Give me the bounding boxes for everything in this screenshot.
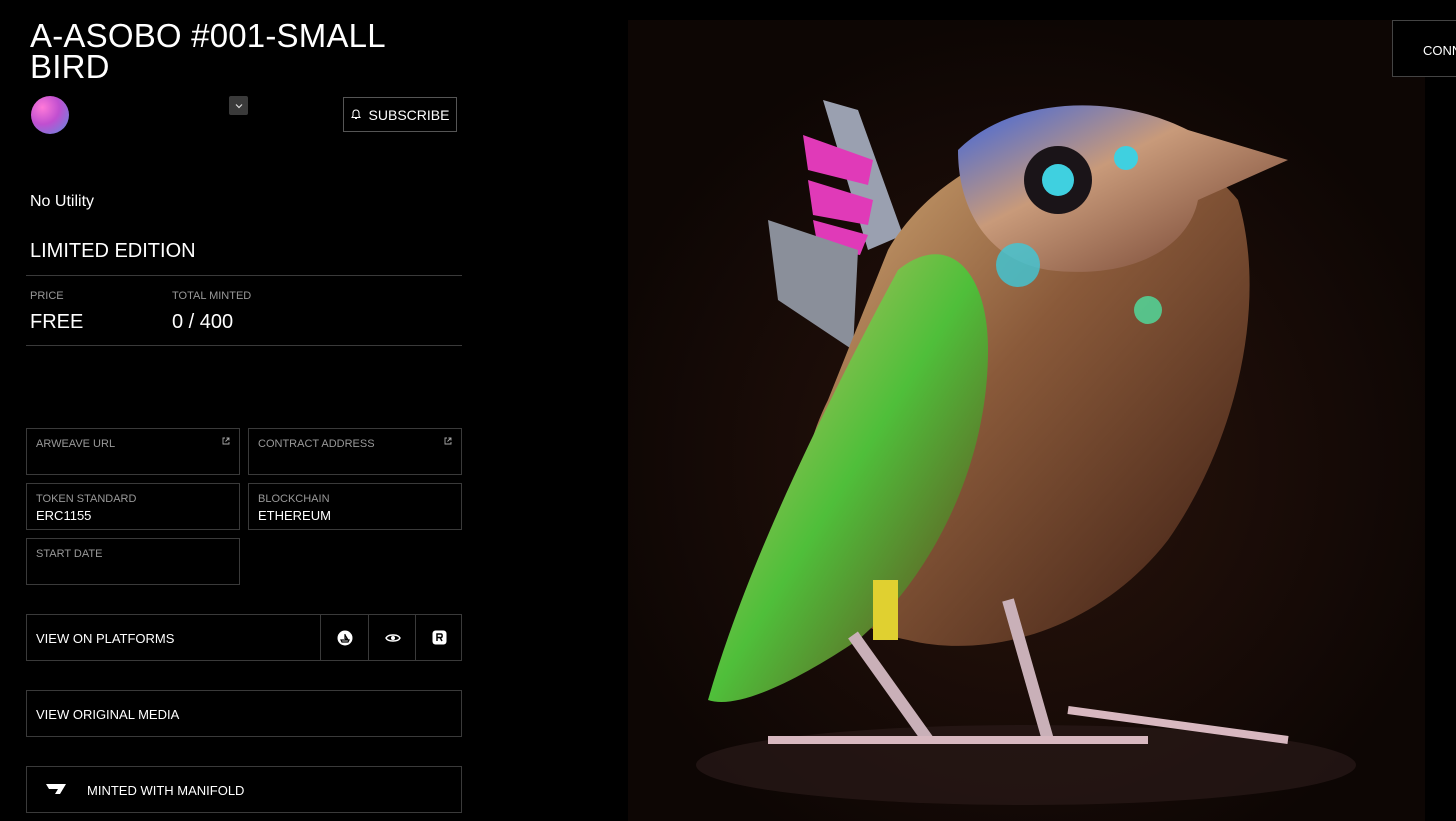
utility-text: No Utility bbox=[30, 193, 95, 210]
external-link-icon[interactable] bbox=[222, 437, 230, 445]
rarible-button[interactable] bbox=[415, 615, 463, 660]
minted-value: 0 / 400 bbox=[172, 311, 234, 333]
arweave-url-box[interactable]: ARWEAVE URL bbox=[26, 428, 240, 475]
price-label: PRICE bbox=[30, 290, 64, 302]
view-button[interactable] bbox=[368, 615, 416, 660]
price-value: FREE bbox=[30, 311, 84, 333]
token-standard-box: TOKEN STANDARD ERC1155 bbox=[26, 483, 240, 530]
start-date-label: START DATE bbox=[36, 548, 103, 560]
bell-icon bbox=[350, 109, 361, 119]
eye-icon bbox=[384, 633, 401, 642]
contract-address-box[interactable]: CONTRACT ADDRESS bbox=[248, 428, 462, 475]
minted-with-manifold-label: MINTED WITH MANIFOLD bbox=[87, 783, 245, 798]
opensea-icon bbox=[337, 630, 352, 645]
view-original-media-label: VIEW ORIGINAL MEDIA bbox=[36, 707, 180, 722]
view-on-platforms-label: VIEW ON PLATFORMS bbox=[36, 631, 175, 646]
blockchain-value: ETHEREUM bbox=[258, 508, 331, 523]
connect-button[interactable]: CONNECT bbox=[1392, 20, 1456, 77]
contract-address-label: CONTRACT ADDRESS bbox=[258, 438, 375, 450]
minted-label: TOTAL MINTED bbox=[172, 290, 252, 302]
creator-menu-button[interactable] bbox=[229, 96, 248, 115]
connect-label: CONNECT bbox=[1423, 43, 1456, 58]
edition-heading: LIMITED EDITION bbox=[30, 240, 196, 262]
page-title: A-ASOBO #001-SMALL BIRD bbox=[30, 17, 385, 85]
blockchain-box: BLOCKCHAIN ETHEREUM bbox=[248, 483, 462, 530]
token-standard-value: ERC1155 bbox=[36, 508, 92, 523]
arweave-url-label: ARWEAVE URL bbox=[36, 438, 116, 450]
robot-bird-image bbox=[628, 20, 1425, 821]
opensea-button[interactable] bbox=[320, 615, 368, 660]
manifold-logo-icon bbox=[46, 784, 66, 794]
view-on-platforms-row: VIEW ON PLATFORMS bbox=[26, 614, 462, 661]
rarible-icon bbox=[432, 630, 447, 645]
subscribe-button[interactable]: SUBSCRIBE bbox=[343, 97, 457, 132]
nft-artwork[interactable] bbox=[628, 20, 1425, 821]
divider bbox=[26, 345, 462, 346]
divider bbox=[26, 275, 462, 276]
token-standard-label: TOKEN STANDARD bbox=[36, 493, 137, 505]
chevron-down-icon bbox=[235, 103, 242, 108]
blockchain-label: BLOCKCHAIN bbox=[258, 493, 330, 505]
start-date-box: START DATE bbox=[26, 538, 240, 585]
view-original-media-button[interactable]: VIEW ORIGINAL MEDIA bbox=[26, 690, 462, 737]
subscribe-label: SUBSCRIBE bbox=[368, 106, 450, 123]
external-link-icon[interactable] bbox=[444, 437, 452, 445]
minted-with-manifold-button[interactable]: MINTED WITH MANIFOLD bbox=[26, 766, 462, 813]
creator-avatar[interactable] bbox=[31, 96, 69, 134]
